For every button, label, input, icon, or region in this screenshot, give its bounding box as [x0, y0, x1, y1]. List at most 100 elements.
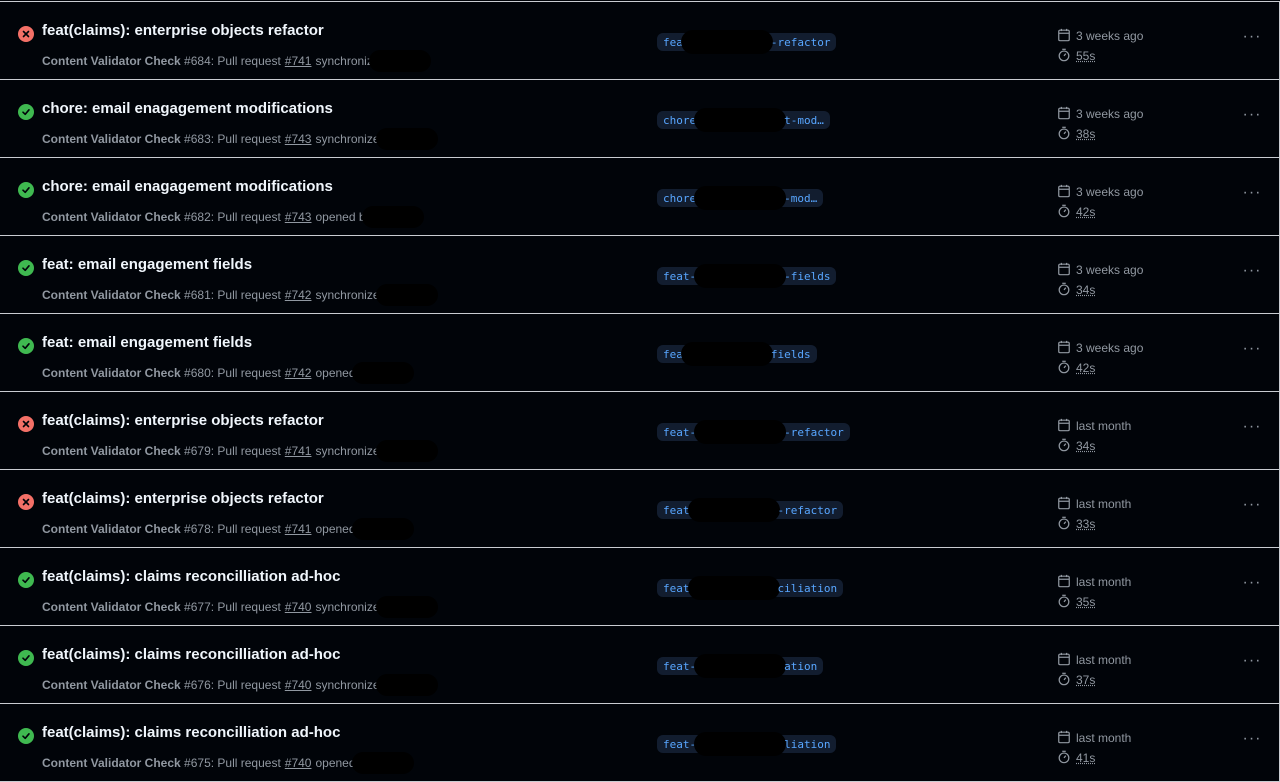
more-options-button[interactable]: ··· — [1242, 734, 1262, 750]
run-duration[interactable]: 55s — [1076, 49, 1095, 63]
calendar-icon — [1057, 730, 1076, 747]
pull-request-link[interactable]: #743 — [285, 132, 312, 146]
more-options-button[interactable]: ··· — [1242, 578, 1262, 594]
workflow-run-row[interactable]: chore: email enagagement modifications C… — [0, 158, 1279, 236]
branch-label[interactable]: feat-liation — [657, 735, 836, 753]
run-subtitle: Content Validator Check #683: Pull reque… — [42, 128, 438, 150]
run-date: 3 weeks ago — [1076, 263, 1143, 277]
run-date: last month — [1076, 419, 1131, 433]
run-date: last month — [1076, 731, 1131, 745]
run-duration[interactable]: 37s — [1076, 673, 1095, 687]
run-subtitle: Content Validator Check #678: Pull reque… — [42, 518, 414, 540]
run-duration[interactable]: 33s — [1076, 517, 1095, 531]
run-duration[interactable]: 42s — [1076, 205, 1095, 219]
redaction — [352, 752, 414, 774]
redaction — [376, 596, 438, 618]
workflow-run-row[interactable]: feat: email engagement fields Content Va… — [0, 236, 1279, 314]
stopwatch-icon — [1057, 516, 1076, 533]
run-title[interactable]: feat(claims): claims reconcilliation ad-… — [42, 646, 340, 663]
run-title[interactable]: feat(claims): claims reconcilliation ad-… — [42, 568, 340, 585]
workflow-run-row[interactable]: feat(claims): claims reconcilliation ad-… — [0, 704, 1279, 782]
pull-request-link[interactable]: #742 — [285, 366, 312, 380]
run-duration[interactable]: 34s — [1076, 283, 1095, 297]
run-title[interactable]: feat(claims): enterprise objects refacto… — [42, 412, 324, 429]
branch-label[interactable]: feat ciliation — [657, 579, 843, 597]
workflow-run-row[interactable]: feat(claims): claims reconcilliation ad-… — [0, 548, 1279, 626]
branch-prefix: feat- — [663, 426, 696, 439]
run-number: #683: Pull request — [184, 132, 281, 146]
branch-prefix: chore — [663, 114, 696, 127]
run-meta: 3 weeks ago 55s — [1057, 26, 1143, 66]
run-title[interactable]: chore: email enagagement modifications — [42, 100, 333, 117]
branch-label[interactable]: fea fields — [657, 345, 817, 363]
run-subtitle: Content Validator Check #682: Pull reque… — [42, 206, 424, 228]
branch-prefix: feat- — [663, 660, 696, 673]
run-event: synchronize — [315, 132, 379, 146]
stopwatch-icon — [1057, 594, 1076, 611]
workflow-run-row[interactable]: chore: email enagagement modifications C… — [0, 80, 1279, 158]
branch-prefix: fea — [663, 348, 683, 361]
run-duration[interactable]: 35s — [1076, 595, 1095, 609]
redaction — [352, 362, 414, 384]
branch-label[interactable]: chore t-mod… — [657, 111, 830, 129]
run-title[interactable]: feat: email engagement fields — [42, 256, 252, 273]
workflow-run-row[interactable]: feat(claims): enterprise objects refacto… — [0, 2, 1279, 80]
run-date: 3 weeks ago — [1076, 341, 1143, 355]
branch-suffix: -fields — [784, 270, 830, 283]
run-title[interactable]: feat: email engagement fields — [42, 334, 252, 351]
pull-request-link[interactable]: #743 — [285, 210, 312, 224]
run-meta: last month 37s — [1057, 650, 1131, 690]
redaction — [362, 206, 424, 228]
more-options-button[interactable]: ··· — [1242, 656, 1262, 672]
pull-request-link[interactable]: #741 — [285, 522, 312, 536]
workflow-name: Content Validator Check — [42, 522, 181, 536]
pull-request-link[interactable]: #741 — [285, 444, 312, 458]
pull-request-link[interactable]: #740 — [285, 678, 312, 692]
pull-request-link[interactable]: #740 — [285, 600, 312, 614]
redaction — [688, 498, 780, 522]
run-duration[interactable]: 42s — [1076, 361, 1095, 375]
workflow-run-row[interactable]: feat(claims): enterprise objects refacto… — [0, 392, 1279, 470]
run-number: #678: Pull request — [184, 522, 281, 536]
workflow-name: Content Validator Check — [42, 366, 181, 380]
calendar-icon — [1057, 28, 1076, 45]
x-circle-icon — [18, 416, 34, 432]
more-options-button[interactable]: ··· — [1242, 188, 1262, 204]
run-title[interactable]: feat(claims): enterprise objects refacto… — [42, 490, 324, 507]
more-options-button[interactable]: ··· — [1242, 344, 1262, 360]
branch-prefix: feat — [663, 582, 690, 595]
redaction — [681, 30, 773, 54]
workflow-run-row[interactable]: feat(claims): claims reconcilliation ad-… — [0, 626, 1279, 704]
more-options-button[interactable]: ··· — [1242, 110, 1262, 126]
pull-request-link[interactable]: #741 — [285, 54, 312, 68]
more-options-button[interactable]: ··· — [1242, 32, 1262, 48]
run-title[interactable]: feat(claims): claims reconcilliation ad-… — [42, 724, 340, 741]
check-circle-icon — [18, 338, 34, 354]
run-duration[interactable]: 34s — [1076, 439, 1095, 453]
branch-label[interactable]: feat- -refactor — [657, 423, 850, 441]
pull-request-link[interactable]: #742 — [285, 288, 312, 302]
workflow-run-row[interactable]: feat(claims): enterprise objects refacto… — [0, 470, 1279, 548]
run-duration[interactable]: 38s — [1076, 127, 1095, 141]
branch-label[interactable]: feat-ation — [657, 657, 823, 675]
workflow-run-row[interactable]: feat: email engagement fields Content Va… — [0, 314, 1279, 392]
branch-label[interactable]: fea -refactor — [657, 33, 836, 51]
pull-request-link[interactable]: #740 — [285, 756, 312, 770]
branch-label[interactable]: feat- -fields — [657, 267, 836, 285]
run-event: opened — [315, 522, 355, 536]
branch-label[interactable]: feat -refactor — [657, 501, 843, 519]
more-options-button[interactable]: ··· — [1242, 422, 1262, 438]
calendar-icon — [1057, 496, 1076, 513]
more-options-button[interactable]: ··· — [1242, 500, 1262, 516]
run-subtitle: Content Validator Check #675: Pull reque… — [42, 752, 414, 774]
run-title[interactable]: feat(claims): enterprise objects refacto… — [42, 22, 324, 39]
redaction — [376, 284, 438, 306]
run-title[interactable]: chore: email enagagement modifications — [42, 178, 333, 195]
run-duration[interactable]: 41s — [1076, 751, 1095, 765]
stopwatch-icon — [1057, 438, 1076, 455]
branch-suffix: liation — [784, 738, 830, 751]
branch-label[interactable]: chore -mod… — [657, 189, 823, 207]
more-options-button[interactable]: ··· — [1242, 266, 1262, 282]
run-number: #679: Pull request — [184, 444, 281, 458]
workflow-name: Content Validator Check — [42, 600, 181, 614]
